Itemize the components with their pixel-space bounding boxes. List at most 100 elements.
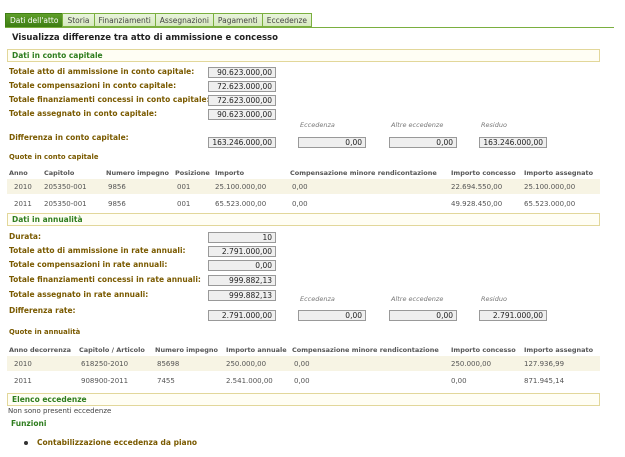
cell-importo: 250.000,00 [226,360,267,368]
empty-eccedenze-message: Non sono presenti eccedenze [8,407,112,415]
col-eccedenza: Eccedenza [300,295,335,303]
cell-impegno: 7455 [157,377,175,385]
th-posizione: Posizione [175,169,210,177]
label-differenza-capitale: Differenza in conto capitale: [9,133,129,142]
col-residuo: Residuo [481,295,507,303]
field-eccedenza-rate: 0,00 [298,310,366,321]
col-residuo: Residuo [481,121,507,129]
cell-compensazione: 0,00 [292,200,308,208]
col-altre-eccedenze: Altre eccedenze [391,121,444,129]
cell-compensazione: 0,00 [294,377,310,385]
th-numero-impegno: Numero impegno [106,169,169,177]
th-importo-assegnato: Importo assegnato [524,169,594,177]
th-capitolo-articolo: Capitolo / Articolo [79,346,145,354]
field-altre-capitale: 0,00 [389,137,457,148]
field-totale-comp-rate: 0,00 [208,260,276,271]
section-title: Dati in annualità [12,215,83,224]
th-importo-annuale: Importo annuale [226,346,287,354]
cell-posizione: 001 [177,200,191,208]
cell-importo: 2.541.000,00 [226,377,273,385]
cell-posizione: 001 [177,183,191,191]
field-totale-ass-capitale: 90.623.000,00 [208,109,276,120]
cell-capitolo: 205350-001 [44,183,87,191]
tab-eccedenze[interactable]: Eccedenze [261,13,313,27]
cell-anno: 2011 [14,200,32,208]
th-anno: Anno [9,169,28,177]
page-title: Visualizza differenze tra atto di ammiss… [12,33,278,43]
section-title: Dati in conto capitale [12,51,103,60]
quote-annualita-title: Quote in annualità [9,328,81,336]
quote-capitale-title: Quote in conto capitale [9,153,99,161]
th-compensazione: Compensazione minore rendicontazione [292,346,439,354]
tab-divider [5,27,614,28]
label-totale-comp-rate: Totale compensazioni in rate annuali: [9,260,168,269]
th-compensazione: Compensazione minore rendicontazione [290,169,437,177]
th-importo-concesso: Importo concesso [451,169,516,177]
cell-anno: 2010 [14,183,32,191]
th-importo: Importo [215,169,245,177]
cell-compensazione: 0,00 [292,183,308,191]
th-importo-assegnato: Importo assegnato [524,346,594,354]
tab-dati-atto[interactable]: Dati dell'atto [5,13,63,27]
field-eccedenza-capitale: 0,00 [298,137,366,148]
th-anno-decorrenza: Anno decorrenza [9,346,72,354]
cell-impegno: 85698 [157,360,180,368]
cell-assegnato: 25.100.000,00 [524,183,576,191]
field-totale-comp-capitale: 72.623.000,00 [208,81,276,92]
cell-assegnato: 871.945,14 [524,377,565,385]
tab-bar: Dati dell'atto Storia Finanziamenti Asse… [5,13,313,27]
cell-compensazione: 0,00 [294,360,310,368]
section-elenco-eccedenze: Elenco eccedenze [7,393,600,406]
tab-finanziamenti[interactable]: Finanziamenti [93,13,155,27]
label-totale-fin-rate: Totale finanziamenti concessi in rate an… [9,275,201,284]
col-eccedenza: Eccedenza [300,121,335,129]
cell-assegnato: 65.523.000,00 [524,200,576,208]
label-differenza-rate: Differenza rate: [9,306,76,315]
field-durata: 10 [208,232,276,243]
section-annualita: Dati in annualità [7,213,600,226]
th-numero-impegno: Numero impegno [155,346,218,354]
cell-impegno: 9856 [108,200,126,208]
label-totale-atto-rate: Totale atto di ammissione in rate annual… [9,246,186,255]
th-capitolo: Capitolo [44,169,75,177]
field-totale-ass-rate: 999.882,13 [208,290,276,301]
cell-importo: 65.523.000,00 [215,200,267,208]
label-totale-ass-rate: Totale assegnato in rate annuali: [9,290,149,299]
label-totale-comp-capitale: Totale compensazioni in conto capitale: [9,81,177,90]
field-residuo-rate: 2.791.000,00 [479,310,547,321]
col-altre-eccedenze: Altre eccedenze [391,295,444,303]
field-differenza-rate: 2.791.000,00 [208,310,276,321]
field-totale-fin-rate: 999.882,13 [208,275,276,286]
cell-assegnato: 127.936,99 [524,360,565,368]
field-totale-atto-capitale: 90.623.000,00 [208,67,276,78]
section-conto-capitale: Dati in conto capitale [7,49,600,62]
cell-anno: 2010 [14,360,32,368]
label-totale-ass-capitale: Totale assegnato in conto capitale: [9,109,157,118]
th-importo-concesso: Importo concesso [451,346,516,354]
bullet-icon [24,441,28,445]
field-totale-atto-rate: 2.791.000,00 [208,246,276,257]
label-durata: Durata: [9,232,41,241]
label-totale-fin-capitale: Totale finanziamenti concessi in conto c… [9,95,210,104]
cell-importo: 25.100.000,00 [215,183,267,191]
cell-capitolo: 618250-2010 [81,360,129,368]
cell-capitolo: 205350-001 [44,200,87,208]
funzioni-title: Funzioni [11,419,47,428]
link-contabilizzazione-eccedenza[interactable]: Contabilizzazione eccedenza da piano [37,438,197,447]
tab-assegnazioni[interactable]: Assegnazioni [154,13,213,27]
cell-impegno: 9856 [108,183,126,191]
cell-concesso: 250.000,00 [451,360,492,368]
field-residuo-capitale: 163.246.000,00 [479,137,547,148]
cell-concesso: 49.928.450,00 [451,200,503,208]
label-totale-atto-capitale: Totale atto di ammissione in conto capit… [9,67,195,76]
field-differenza-capitale: 163.246.000,00 [208,137,276,148]
tab-pagamenti[interactable]: Pagamenti [212,13,262,27]
section-title: Elenco eccedenze [12,395,87,404]
field-totale-fin-capitale: 72.623.000,00 [208,95,276,106]
tab-storia[interactable]: Storia [62,13,94,27]
field-altre-rate: 0,00 [389,310,457,321]
cell-capitolo: 908900-2011 [81,377,129,385]
cell-anno: 2011 [14,377,32,385]
cell-concesso: 0,00 [451,377,467,385]
cell-concesso: 22.694.550,00 [451,183,503,191]
